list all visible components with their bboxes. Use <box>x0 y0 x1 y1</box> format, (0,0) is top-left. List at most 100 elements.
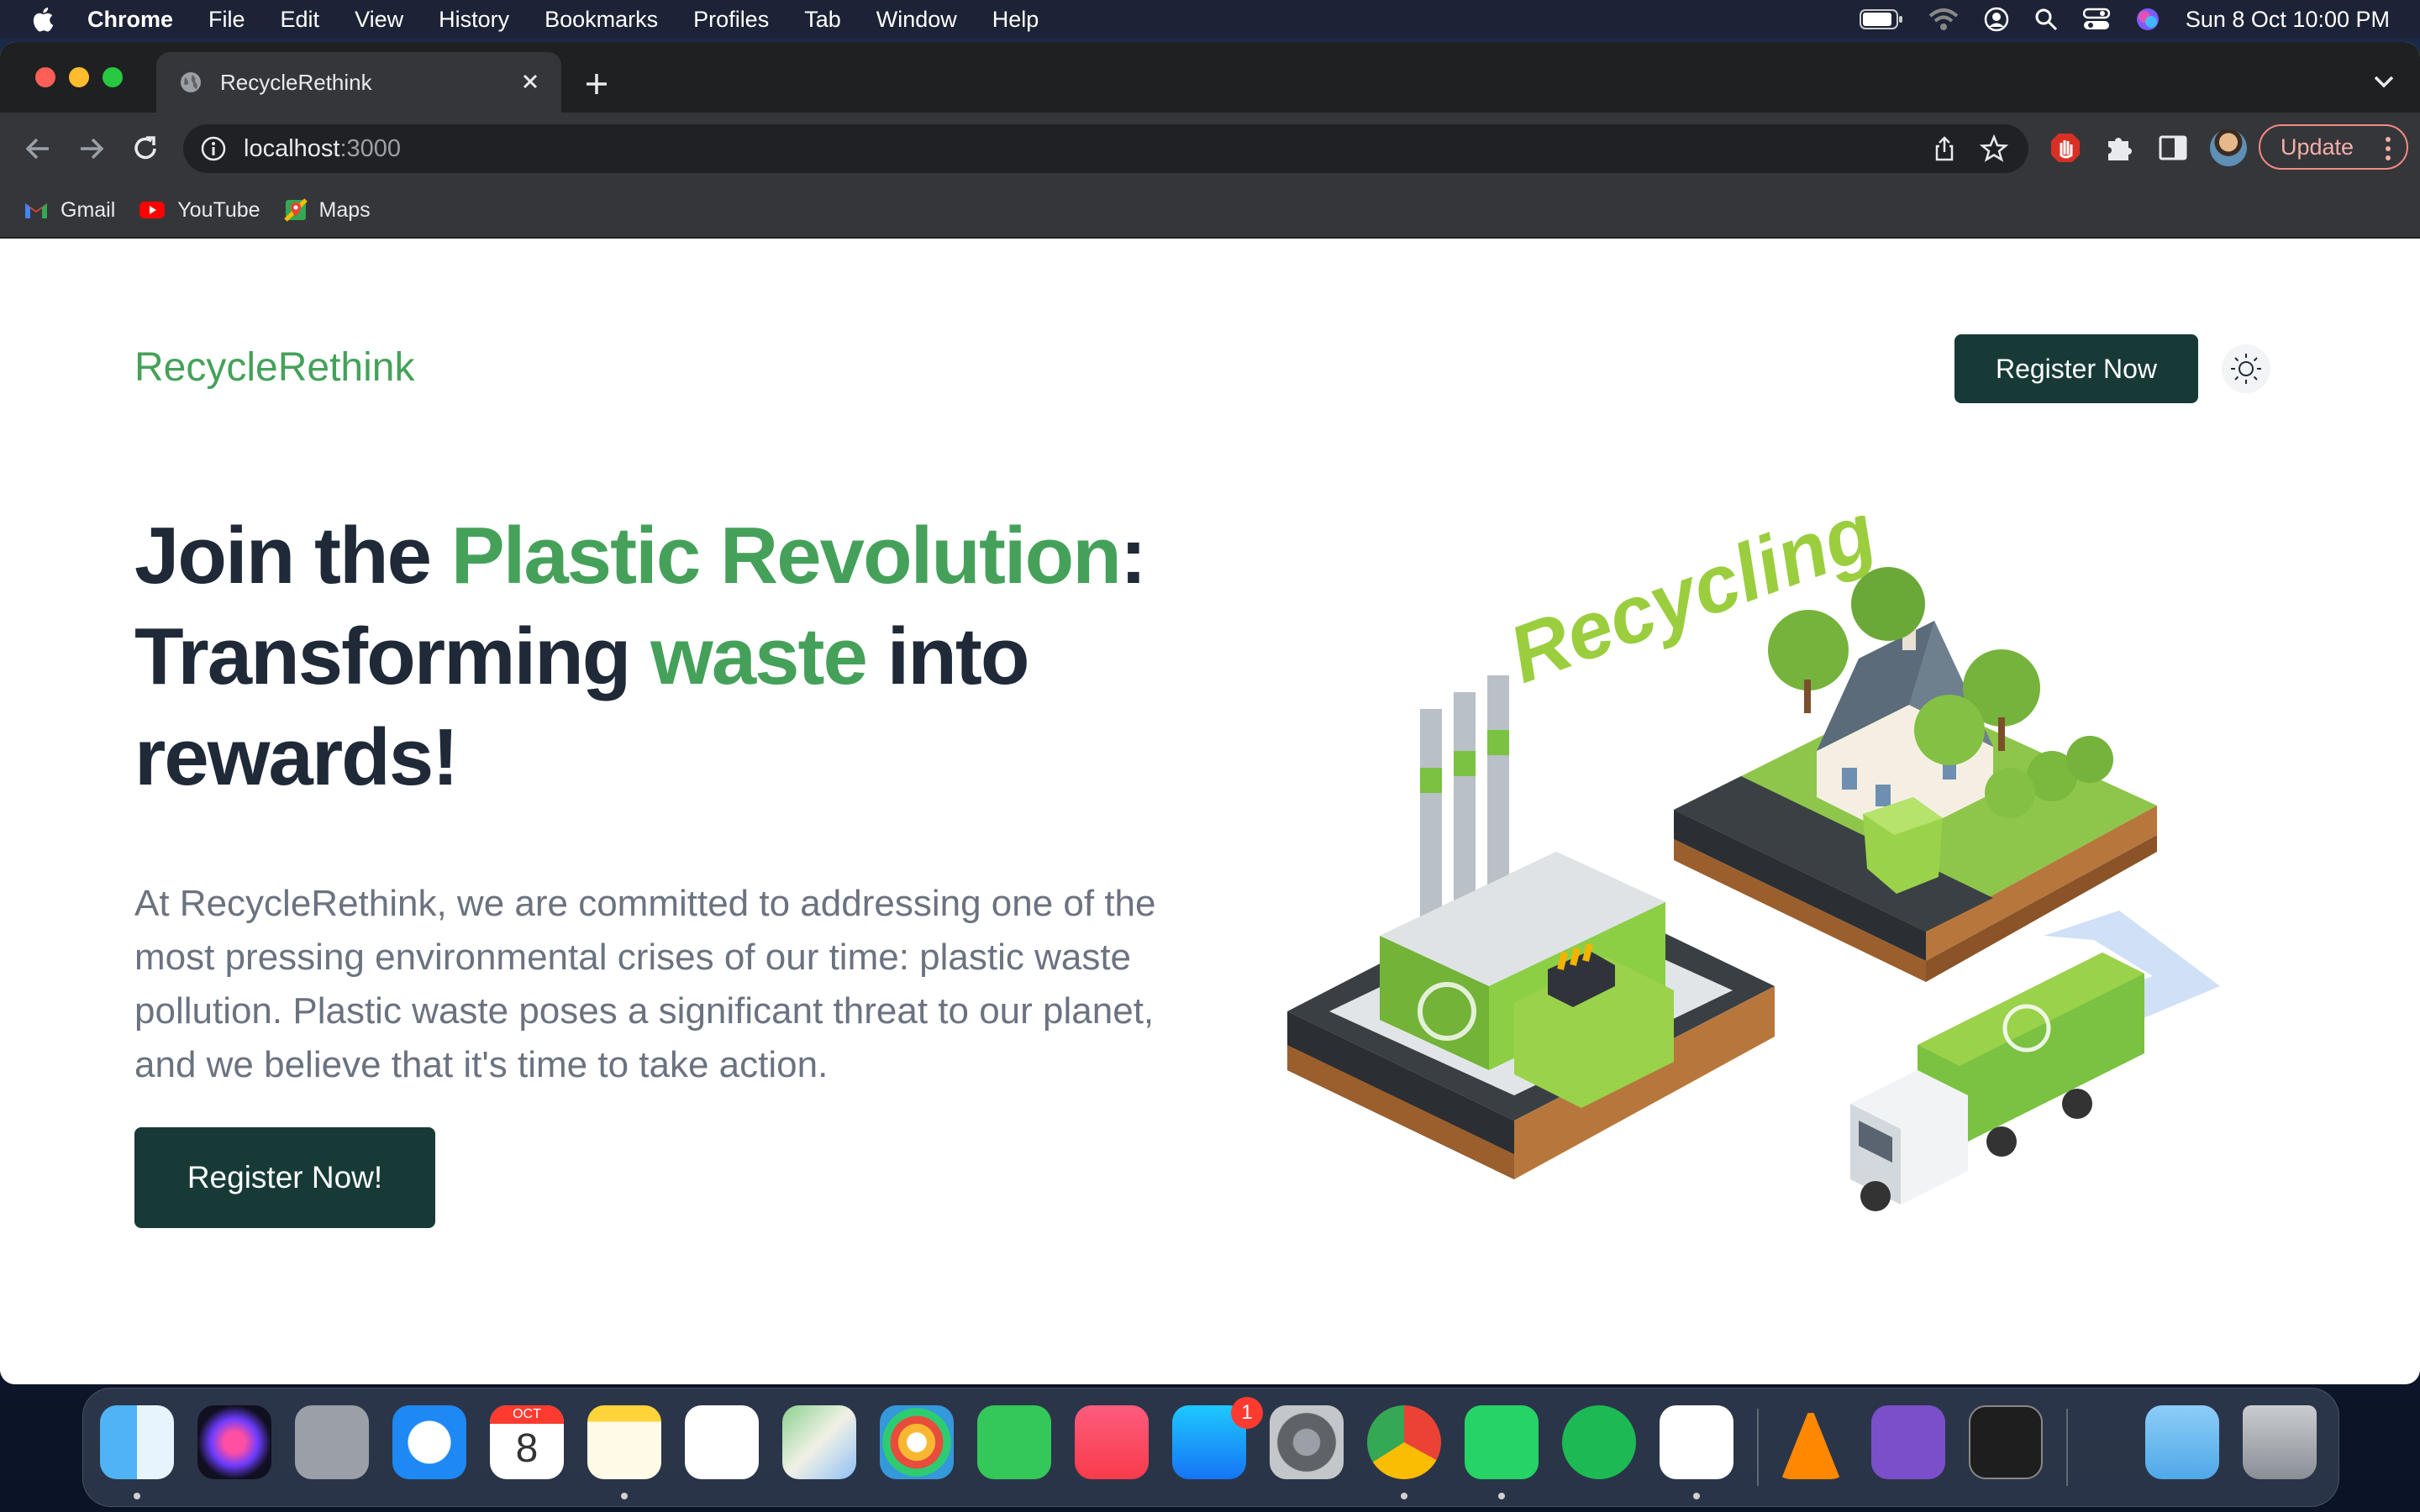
notes-icon[interactable] <box>587 1405 661 1479</box>
bookmark-gmail[interactable]: Gmail <box>24 198 115 223</box>
running-indicator <box>134 1493 140 1499</box>
terminal-icon[interactable] <box>1969 1405 2043 1479</box>
side-panel-icon[interactable] <box>2156 131 2190 165</box>
reload-icon[interactable] <box>128 131 163 166</box>
puzzle-extensions-icon[interactable] <box>2102 131 2136 165</box>
maps-app-icon[interactable] <box>782 1405 856 1479</box>
update-chrome-button[interactable]: Update <box>2259 124 2408 170</box>
menu-history[interactable]: History <box>439 7 509 33</box>
more-vertical-icon[interactable] <box>2385 136 2391 161</box>
close-window-button[interactable] <box>35 67 55 87</box>
github-desktop-icon[interactable] <box>1871 1405 1945 1479</box>
address-bar[interactable]: localhost :3000 <box>183 124 2028 173</box>
hero-title-highlight: Plastic Revolution <box>450 511 1122 601</box>
garbage-truck <box>1850 953 2144 1211</box>
dock-separator <box>2066 1409 2068 1486</box>
recycling-illustration: Recycling <box>1287 516 2220 1211</box>
menu-view[interactable]: View <box>355 7 403 33</box>
menu-help[interactable]: Help <box>992 7 1039 33</box>
finder-icon[interactable] <box>100 1405 174 1479</box>
bookmark-label: YouTube <box>177 197 260 222</box>
control-center-icon[interactable] <box>2082 8 2110 31</box>
adblock-extension-icon[interactable] <box>2049 131 2082 165</box>
gmail-icon <box>25 203 47 218</box>
theme-toggle-button[interactable] <box>2222 344 2270 393</box>
apple-logo-icon[interactable] <box>30 5 59 34</box>
calendar-icon[interactable]: OCT 8 <box>490 1405 564 1479</box>
zoom-window-button[interactable] <box>103 67 123 87</box>
calendar-day: 8 <box>515 1426 539 1471</box>
app-store-badge: 1 <box>1231 1397 1263 1429</box>
menubar-clock[interactable]: Sun 8 Oct 10:00 PM <box>2186 7 2390 33</box>
hero-title-highlight: waste <box>650 612 868 701</box>
music-icon[interactable] <box>1075 1405 1149 1479</box>
hero-title: Join the Plastic Revolution: Transformin… <box>134 506 1294 808</box>
update-label: Update <box>2281 134 2354 160</box>
menu-bookmarks[interactable]: Bookmarks <box>544 7 658 33</box>
running-indicator <box>1498 1493 1505 1499</box>
menu-bar: Chrome File Edit View History Bookmarks … <box>0 0 2420 39</box>
siri-app-icon[interactable] <box>197 1405 271 1479</box>
dock: OCT 8 1 <box>82 1388 2339 1507</box>
web-page: RecycleRethink Register Now Join the Pla… <box>0 239 2420 1384</box>
bookmark-label: Gmail <box>60 197 116 222</box>
running-indicator <box>621 1493 628 1499</box>
browser-window: RecycleRethink localhost:3000 Update Gm… <box>0 42 2420 1384</box>
vscode-icon[interactable] <box>1660 1405 1733 1479</box>
facetime-icon[interactable] <box>977 1405 1051 1479</box>
chrome-icon[interactable] <box>1367 1405 1441 1479</box>
bookmark-youtube[interactable]: YouTube <box>139 198 260 223</box>
hero-title-part: Join the <box>134 511 451 601</box>
bookmark-label: Maps <box>318 197 371 222</box>
site-info-icon[interactable] <box>200 135 227 162</box>
minimize-window-button[interactable] <box>69 67 89 87</box>
user-account-icon[interactable] <box>1984 7 2009 32</box>
share-icon[interactable] <box>1931 135 1958 162</box>
menu-tab[interactable]: Tab <box>804 7 841 33</box>
running-indicator <box>1401 1493 1407 1499</box>
photos-icon[interactable] <box>880 1405 954 1479</box>
youtube-icon <box>139 202 166 218</box>
tab-title: RecycleRethink <box>220 69 372 95</box>
menu-file[interactable]: File <box>208 7 245 33</box>
spotify-icon[interactable] <box>1562 1405 1636 1479</box>
downloads-folder-icon[interactable] <box>2145 1405 2219 1479</box>
nav-register-button[interactable]: Register Now <box>1954 334 2198 403</box>
browser-tab[interactable]: RecycleRethink <box>156 52 561 113</box>
hero-description: At RecycleRethink, we are committed to a… <box>134 883 1156 1085</box>
reminders-icon[interactable] <box>685 1405 759 1479</box>
menu-profiles[interactable]: Profiles <box>693 7 769 33</box>
dock-separator <box>1757 1409 1759 1486</box>
forward-arrow-icon[interactable] <box>74 131 109 166</box>
url-port: :3000 <box>339 134 402 162</box>
whatsapp-icon[interactable] <box>1465 1405 1539 1479</box>
bookmark-maps[interactable]: Maps <box>283 197 371 223</box>
trash-icon[interactable] <box>2243 1405 2317 1479</box>
launchpad-icon[interactable] <box>295 1405 369 1479</box>
battery-icon[interactable] <box>1859 8 1903 30</box>
calendar-month: OCT <box>490 1405 564 1424</box>
sun-icon <box>2231 354 2261 384</box>
profile-avatar[interactable] <box>2210 129 2247 166</box>
factory-island <box>1287 675 1775 1179</box>
brand-logo[interactable]: RecycleRethink <box>134 344 414 391</box>
siri-icon[interactable] <box>2135 7 2160 32</box>
menu-app-name[interactable]: Chrome <box>87 7 173 33</box>
hero-register-button[interactable]: Register Now! <box>134 1127 435 1228</box>
globe-icon <box>181 72 201 92</box>
system-settings-icon[interactable] <box>1270 1405 1344 1479</box>
safari-icon[interactable] <box>392 1405 466 1479</box>
close-tab-icon[interactable] <box>518 69 543 94</box>
menu-window[interactable]: Window <box>876 7 957 33</box>
url-host: localhost <box>244 134 340 162</box>
bookmark-star-icon[interactable] <box>1980 134 2008 163</box>
house-island <box>1674 567 2157 982</box>
back-arrow-icon[interactable] <box>20 131 55 166</box>
tab-search-chevron-icon[interactable] <box>2371 72 2396 91</box>
vlc-icon[interactable] <box>1781 1405 1841 1479</box>
wifi-icon[interactable] <box>1928 8 1959 31</box>
menu-edit[interactable]: Edit <box>281 7 320 33</box>
spotlight-search-icon[interactable] <box>2034 8 2058 31</box>
bookmarks-bar: Gmail YouTube Maps <box>0 183 2420 239</box>
new-tab-icon[interactable] <box>580 67 613 101</box>
